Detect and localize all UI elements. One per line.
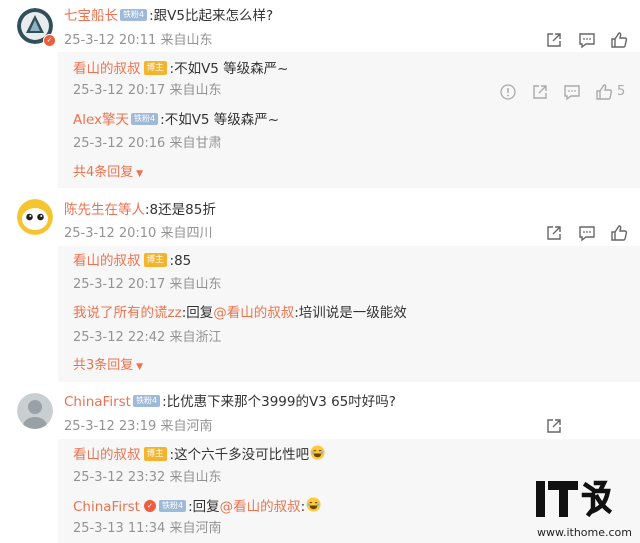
expand-replies-label: 共3条回复 bbox=[73, 358, 134, 373]
reply-meta: 25-3-13 11:34 来自河南 bbox=[73, 521, 222, 536]
report-icon[interactable] bbox=[498, 82, 518, 102]
reply-username[interactable]: 看山的叔叔 bbox=[73, 253, 141, 269]
author-badge: 博主 bbox=[143, 61, 167, 75]
author-badge: 博主 bbox=[143, 447, 167, 461]
share-icon[interactable] bbox=[530, 82, 550, 102]
reply-item: ChinaFirst ✓ 铁粉4:回复@看山的叔叔: bbox=[73, 497, 321, 517]
comment-username[interactable]: 七宝船长 bbox=[64, 8, 118, 24]
reply-item: 看山的叔叔 博主:不如V5 等级森严~ bbox=[73, 60, 289, 78]
watermark-url: www.ithome.com bbox=[536, 526, 632, 539]
reply-item: Alex擎天 铁粉4:不如V5 等级森严~ bbox=[73, 111, 279, 129]
reply-text: :这个六千多没可比性吧 bbox=[169, 447, 310, 463]
reply-username[interactable]: 看山的叔叔 bbox=[73, 61, 141, 77]
avatar[interactable] bbox=[17, 199, 53, 235]
reply-prefix: :回复 bbox=[181, 305, 214, 321]
reply-text: :不如V5 等级森严~ bbox=[160, 112, 280, 128]
like-count: 5 bbox=[617, 84, 626, 99]
reply-username[interactable]: 看山的叔叔 bbox=[73, 447, 141, 463]
author-badge: 博主 bbox=[143, 253, 167, 267]
comment-username[interactable]: 陈先生在等人 bbox=[64, 202, 145, 218]
comment-text: :跟V5比起来怎么样? bbox=[149, 8, 274, 24]
ithome-logo bbox=[534, 477, 630, 523]
reply-meta: 25-3-12 20:17 来自山东 bbox=[73, 83, 222, 98]
like-icon[interactable] bbox=[609, 223, 629, 243]
comment-meta: 25-3-12 23:19 来自河南 bbox=[64, 419, 213, 434]
reply-meta: 25-3-12 20:17 来自山东 bbox=[73, 277, 222, 292]
comment-icon[interactable] bbox=[562, 82, 582, 102]
reply-item: 看山的叔叔 博主:85 bbox=[73, 252, 191, 270]
reply-meta: 25-3-12 23:32 来自山东 bbox=[73, 470, 222, 485]
mention-link[interactable]: @看山的叔叔 bbox=[220, 499, 301, 515]
share-icon[interactable] bbox=[544, 223, 564, 243]
reply-text: : bbox=[300, 499, 306, 515]
fan-badge: 铁粉4 bbox=[131, 113, 159, 125]
comment-header: 陈先生在等人:8还是85折 bbox=[64, 201, 216, 219]
comment-icon[interactable] bbox=[577, 30, 597, 50]
reply-username[interactable]: Alex擎天 bbox=[73, 112, 129, 128]
share-icon[interactable] bbox=[544, 416, 564, 436]
share-icon[interactable] bbox=[544, 30, 564, 50]
comment-username[interactable]: ChinaFirst bbox=[64, 394, 131, 410]
comment-header: ChinaFirst 铁粉4:比优惠下来那个3999的V3 65吋好吗? bbox=[64, 393, 396, 411]
fan-badge: 铁粉4 bbox=[120, 9, 148, 21]
reply-username[interactable]: 我说了所有的谎zz bbox=[73, 305, 182, 321]
mention-link[interactable]: @看山的叔叔 bbox=[213, 305, 294, 321]
caret-down-icon: ▼ bbox=[133, 362, 144, 372]
reply-item: 看山的叔叔 博主:这个六千多没可比性吧 bbox=[73, 445, 325, 465]
verified-icon: ✓ bbox=[143, 500, 156, 512]
reply-prefix: :回复 bbox=[188, 499, 220, 515]
reply-text: :不如V5 等级森严~ bbox=[169, 61, 289, 77]
reply-text: :85 bbox=[169, 253, 192, 269]
like-icon[interactable] bbox=[594, 82, 614, 102]
reply-meta: 25-3-12 22:42 来自浙江 bbox=[73, 330, 222, 345]
reply-username[interactable]: ChinaFirst bbox=[73, 499, 140, 515]
verified-icon: ✓ bbox=[43, 34, 56, 47]
expand-replies-link[interactable]: 共4条回复 ▼ bbox=[73, 164, 143, 183]
comment-meta: 25-3-12 20:11 来自山东 bbox=[64, 33, 213, 48]
reply-text: :培训说是一级能效 bbox=[294, 305, 407, 321]
comment-icon[interactable] bbox=[577, 223, 597, 243]
reply-meta: 25-3-12 20:16 来自甘肃 bbox=[73, 136, 222, 151]
reply-item: 我说了所有的谎zz:回复@看山的叔叔:培训说是一级能效 bbox=[73, 304, 407, 322]
laugh-emoji-icon bbox=[306, 497, 321, 517]
caret-down-icon: ▼ bbox=[133, 169, 144, 179]
comment-meta: 25-3-12 20:10 来自四川 bbox=[64, 226, 213, 241]
avatar[interactable] bbox=[17, 393, 53, 429]
comment-text: :比优惠下来那个3999的V3 65吋好吗? bbox=[162, 394, 396, 410]
fan-badge: 铁粉4 bbox=[158, 500, 187, 512]
laugh-emoji-icon bbox=[310, 445, 325, 465]
like-icon[interactable] bbox=[609, 30, 629, 50]
expand-replies-link[interactable]: 共3条回复 ▼ bbox=[73, 357, 143, 376]
comment-header: 七宝船长 铁粉4:跟V5比起来怎么样? bbox=[64, 7, 273, 25]
fan-badge: 铁粉4 bbox=[132, 395, 161, 407]
comment-text: :8还是85折 bbox=[145, 202, 216, 218]
expand-replies-label: 共4条回复 bbox=[73, 165, 134, 180]
